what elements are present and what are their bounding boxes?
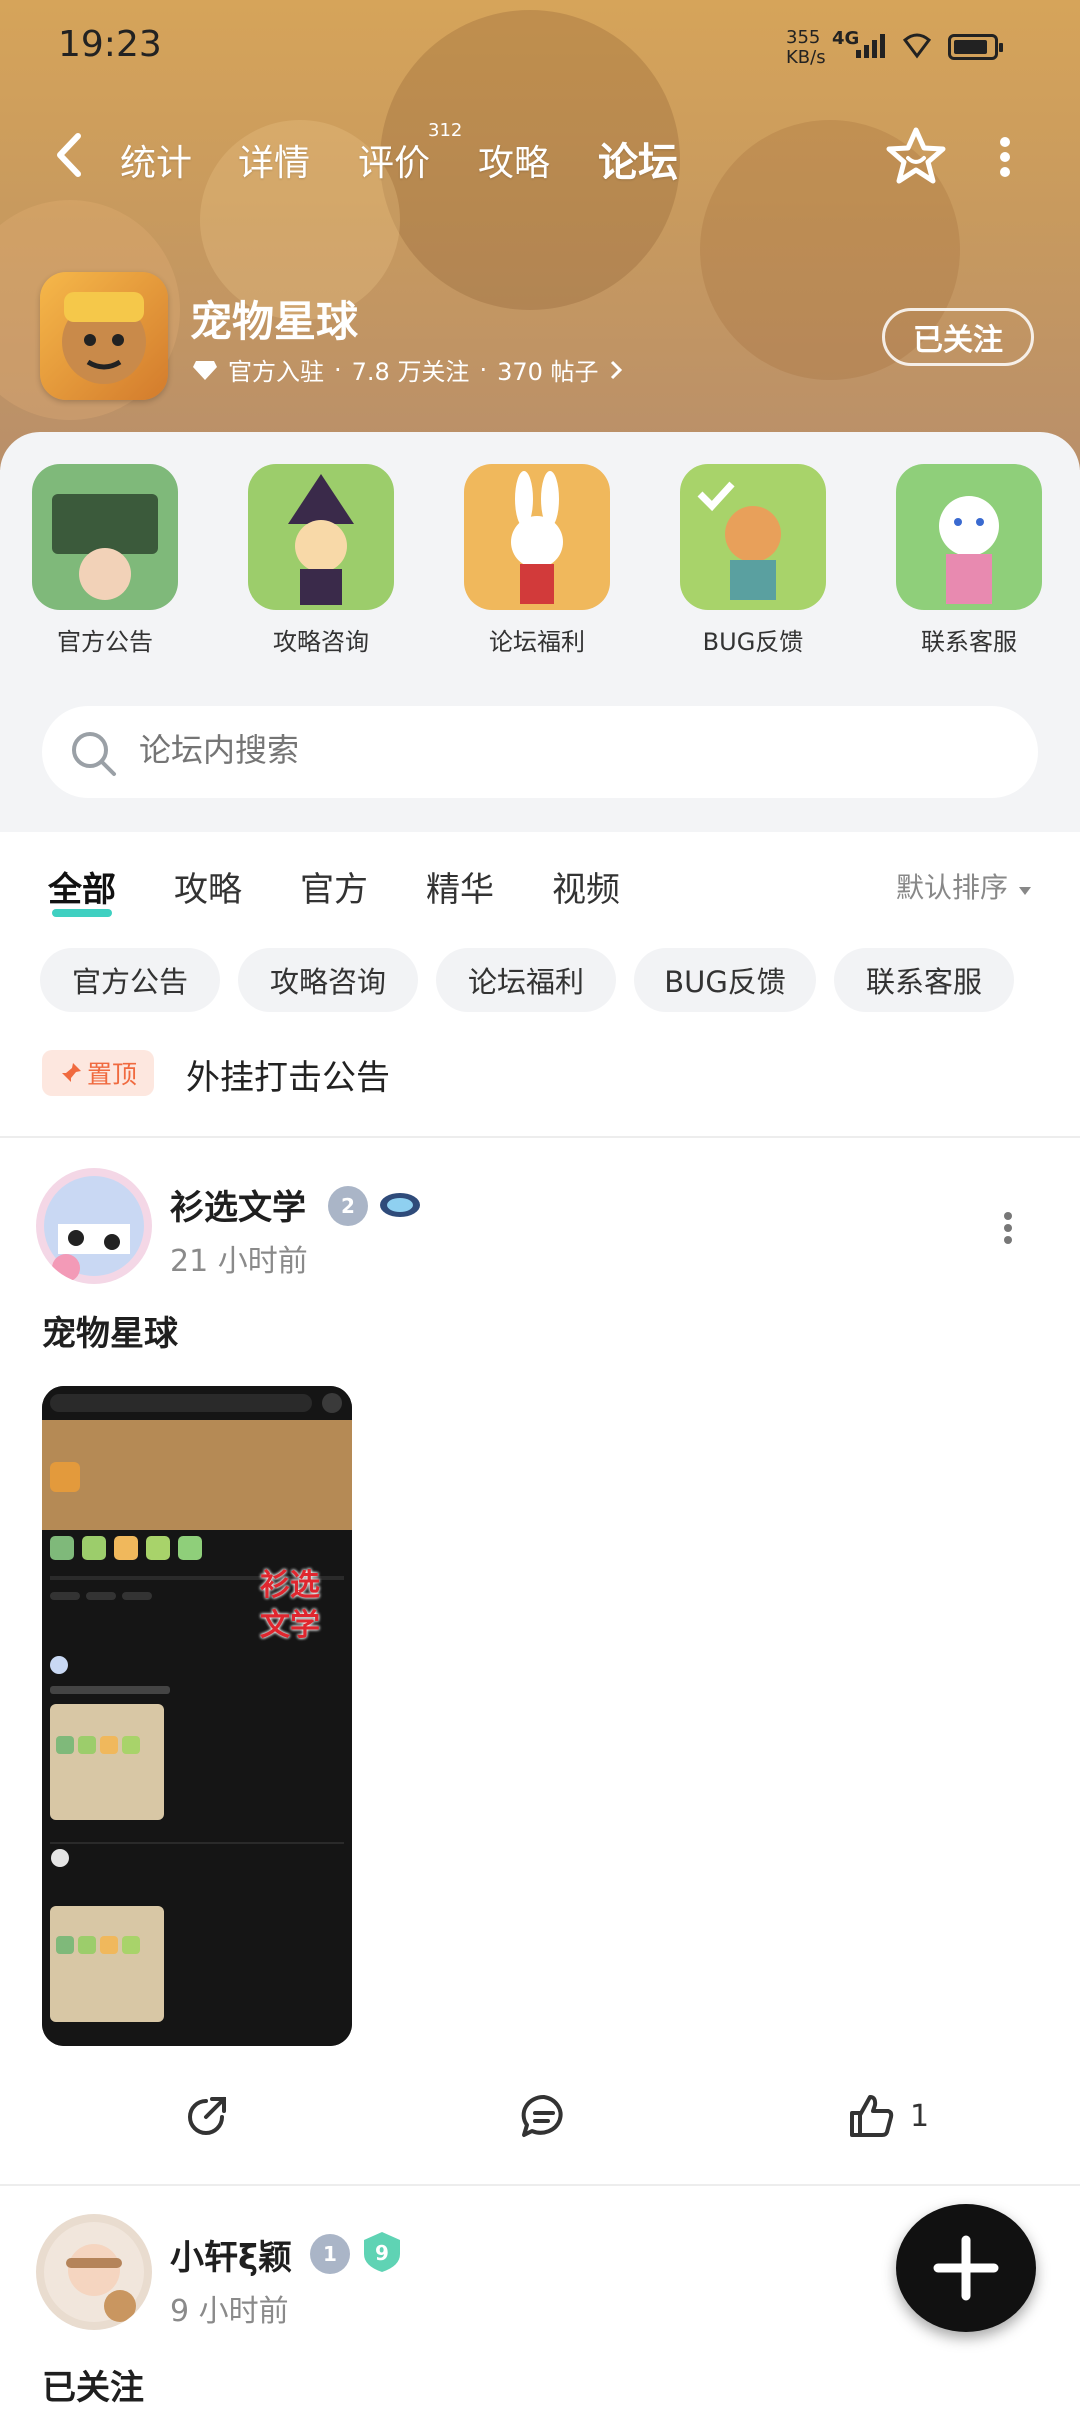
shield-badge-icon: 9 <box>364 2232 400 2272</box>
avatar[interactable] <box>36 2214 152 2330</box>
official-label: 官方入驻 <box>228 358 324 386</box>
chevron-right-icon[interactable] <box>609 359 623 381</box>
filter-guides[interactable]: 攻略 <box>174 862 242 911</box>
tab-guides[interactable]: 攻略 <box>478 134 550 186</box>
avatar[interactable] <box>36 1168 152 1284</box>
like-count: 1 <box>910 2098 930 2134</box>
pinned-badge-label: 置顶 <box>86 1060 137 1089</box>
tab-forum[interactable]: 论坛 <box>594 130 682 188</box>
sort-label: 默认排序 <box>896 871 1009 904</box>
category-label: BUG反馈 <box>702 628 804 656</box>
category-forum-perks[interactable]: 论坛福利 <box>462 464 612 657</box>
image-watermark: 衫选 文学 <box>260 1566 320 1646</box>
forum-search-bar[interactable] <box>42 706 1038 798</box>
divider <box>0 1136 1080 1138</box>
game-meta: 官方入驻 · 7.8 万关注 · 370 帖子 <box>192 352 623 387</box>
chip-bug-report[interactable]: BUG反馈 <box>634 948 816 1012</box>
meta-separator: · <box>334 355 342 384</box>
post-author[interactable]: 衫选文学 <box>170 1180 306 1229</box>
followers-count: 7.8 万关注 <box>351 358 470 386</box>
chip-guide-help[interactable]: 攻略咨询 <box>238 948 418 1012</box>
category-label: 攻略咨询 <box>273 628 369 656</box>
plus-icon <box>933 2235 999 2301</box>
category-image <box>680 464 826 610</box>
pinned-badge: 置顶 <box>42 1050 154 1096</box>
chip-customer-service[interactable]: 联系客服 <box>834 948 1014 1012</box>
thumbs-up-icon <box>850 2095 894 2137</box>
filter-videos[interactable]: 视频 <box>552 862 620 911</box>
category-image <box>464 464 610 610</box>
post-image[interactable]: 衫选 文学 <box>42 1386 352 2046</box>
filter-featured[interactable]: 精华 <box>426 862 494 911</box>
signal-icon <box>856 34 885 58</box>
category-bug-report[interactable]: BUG反馈 <box>678 464 828 657</box>
post-title[interactable]: 已关注 <box>42 2360 144 2409</box>
divider <box>0 2184 1080 2186</box>
chip-forum-perks[interactable]: 论坛福利 <box>436 948 616 1012</box>
category-customer-service[interactable]: 联系客服 <box>894 464 1044 657</box>
diamond-icon <box>193 360 217 380</box>
follow-button[interactable]: 已关注 <box>882 308 1034 366</box>
comment-icon <box>521 2094 563 2137</box>
category-image <box>32 464 178 610</box>
net-speed: 355 KB/s <box>786 28 826 68</box>
favorite-star-icon[interactable] <box>884 124 948 188</box>
more-vertical-icon[interactable] <box>990 132 1020 182</box>
tab-stats[interactable]: 统计 <box>120 134 192 186</box>
chip-announcements[interactable]: 官方公告 <box>40 948 220 1012</box>
post-more-icon[interactable] <box>996 1210 1020 1246</box>
battery-icon <box>948 34 1003 60</box>
watermark-line: 衫选 <box>260 1568 320 1603</box>
emblem-icon <box>380 1193 420 1217</box>
top-nav: 统计 详情 评价 312 攻略 论坛 <box>0 120 1080 200</box>
post-author[interactable]: 小轩ξ颖 <box>170 2230 292 2279</box>
status-time: 19:23 <box>58 24 162 65</box>
watermark-line: 文学 <box>260 1608 320 1643</box>
category-announcements[interactable]: 官方公告 <box>30 464 180 657</box>
net-speed-value: 355 <box>786 27 821 48</box>
category-image <box>248 464 394 610</box>
filter-official[interactable]: 官方 <box>300 862 368 911</box>
search-input[interactable] <box>137 730 1001 770</box>
share-icon <box>188 2097 226 2135</box>
svg-text:9: 9 <box>375 2241 389 2265</box>
caret-down-icon <box>1018 887 1031 895</box>
net-speed-unit: KB/s <box>786 47 826 68</box>
category-label: 论坛福利 <box>489 628 585 656</box>
pinned-post-title[interactable]: 外挂打击公告 <box>186 1050 390 1099</box>
status-bar: 19:23 355 KB/s 4G <box>0 0 1080 100</box>
category-label: 官方公告 <box>57 628 153 656</box>
category-guide-help[interactable]: 攻略咨询 <box>246 464 396 657</box>
share-button[interactable] <box>182 2086 232 2146</box>
level-badge: 2 <box>328 1186 368 1226</box>
back-arrow-icon[interactable] <box>50 130 90 180</box>
post-title[interactable]: 宠物星球 <box>42 1306 178 1355</box>
sort-dropdown[interactable]: 默认排序 <box>896 866 1033 906</box>
comment-button[interactable] <box>518 2086 570 2146</box>
review-count-badge: 312 <box>428 120 463 141</box>
search-icon <box>72 732 116 776</box>
pin-icon <box>61 1063 81 1082</box>
like-button[interactable]: 1 <box>846 2086 929 2146</box>
new-post-button[interactable] <box>896 2204 1036 2332</box>
filter-all[interactable]: 全部 <box>48 862 116 917</box>
category-label: 联系客服 <box>921 628 1017 656</box>
post-time: 21 小时前 <box>170 1244 308 1279</box>
category-image <box>896 464 1042 610</box>
tab-details[interactable]: 详情 <box>238 134 310 186</box>
level-badge: 1 <box>310 2234 350 2274</box>
game-title: 宠物星球 <box>190 297 359 346</box>
game-app-icon[interactable] <box>40 272 168 400</box>
tab-reviews[interactable]: 评价 <box>358 134 430 186</box>
meta-separator: · <box>479 355 488 384</box>
post-time: 9 小时前 <box>170 2294 289 2329</box>
wifi-icon <box>902 33 932 59</box>
posts-count[interactable]: 370 帖子 <box>497 352 598 387</box>
